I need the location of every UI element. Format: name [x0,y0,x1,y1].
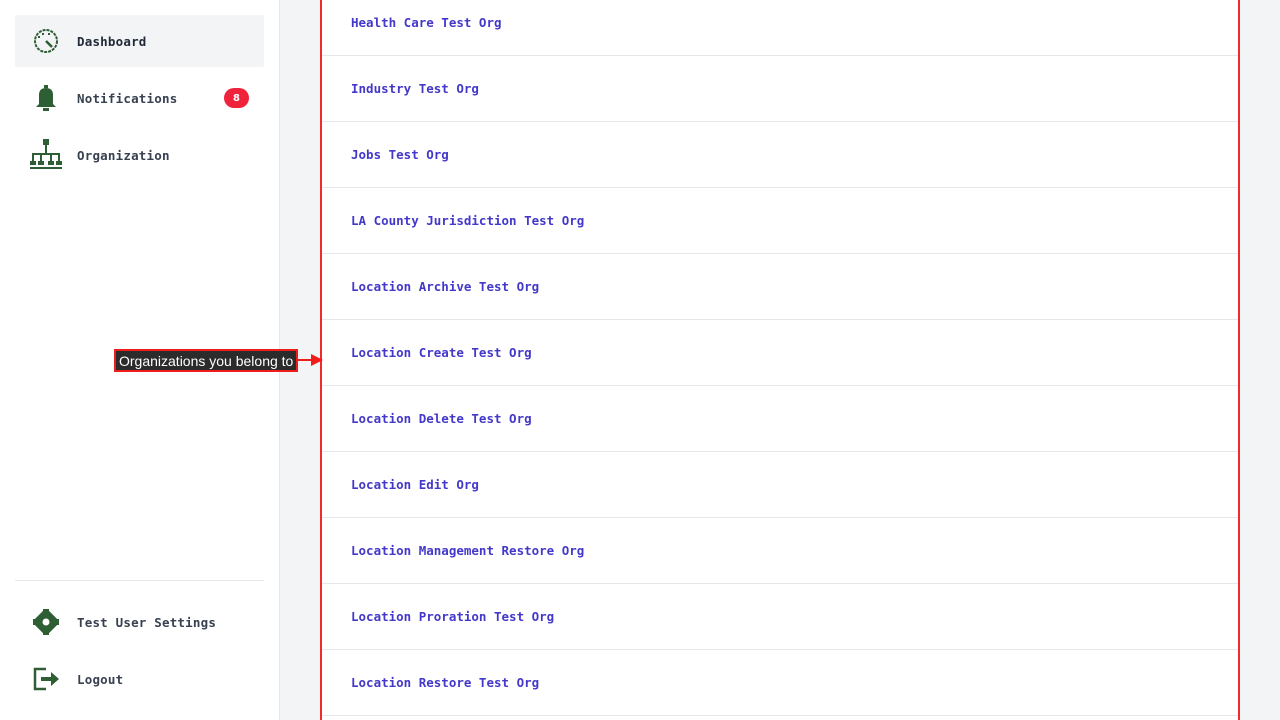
list-item: Location Archive Test Org [322,254,1238,320]
list-item: Location Create Test Org [322,320,1238,386]
sidebar-item-dashboard[interactable]: Dashboard [15,15,264,67]
list-item: Location Edit Org [322,452,1238,518]
org-link[interactable]: Location Restore Test Org [351,675,539,690]
org-link[interactable]: Industry Test Org [351,81,479,96]
sidebar-item-organization[interactable]: Organization [15,129,264,181]
list-item: Location Delete Test Org [322,386,1238,452]
org-link[interactable]: Location Proration Test Org [351,609,554,624]
list-item: Jobs Test Org [322,122,1238,188]
logout-icon [30,665,62,693]
annotation-arrow-icon [297,354,323,366]
org-link[interactable]: Location Delete Test Org [351,411,532,426]
sidebar-divider [15,580,264,581]
list-item: Location Restore Test Org [322,650,1238,716]
list-item: LA County Jurisdiction Test Org [322,188,1238,254]
sidebar-item-label: Dashboard [77,33,147,49]
organizations-list: Health Care Test Org Industry Test Org J… [320,0,1240,720]
sidebar-item-label: Notifications [77,90,178,106]
sidebar-item-user-settings[interactable]: Test User Settings [15,596,264,648]
org-link[interactable]: LA County Jurisdiction Test Org [351,213,584,228]
annotation-label: Organizations you belong to [114,349,299,372]
org-link[interactable]: Jobs Test Org [351,147,449,162]
org-link[interactable]: Location Management Restore Org [351,543,584,558]
org-link[interactable]: Health Care Test Org [351,15,502,30]
org-link[interactable]: Location Edit Org [351,477,479,492]
org-chart-icon [30,139,62,169]
list-item: Health Care Test Org [322,0,1238,56]
sidebar-item-notifications[interactable]: Notifications 8 [15,72,264,124]
sidebar-item-logout[interactable]: Logout [15,653,264,705]
notification-count-badge: 8 [224,88,249,108]
org-link[interactable]: Location Archive Test Org [351,279,539,294]
sidebar-item-label: Logout [77,671,124,687]
org-link[interactable]: Location Create Test Org [351,345,532,360]
sidebar-item-label: Test User Settings [77,614,217,630]
dashboard-gauge-icon [30,27,62,55]
gear-icon [30,608,62,636]
list-item: Location Proration Test Org [322,584,1238,650]
sidebar-item-label: Organization [77,147,170,163]
list-item: Industry Test Org [322,56,1238,122]
list-item: Location Management Restore Org [322,518,1238,584]
bell-icon [30,84,62,112]
